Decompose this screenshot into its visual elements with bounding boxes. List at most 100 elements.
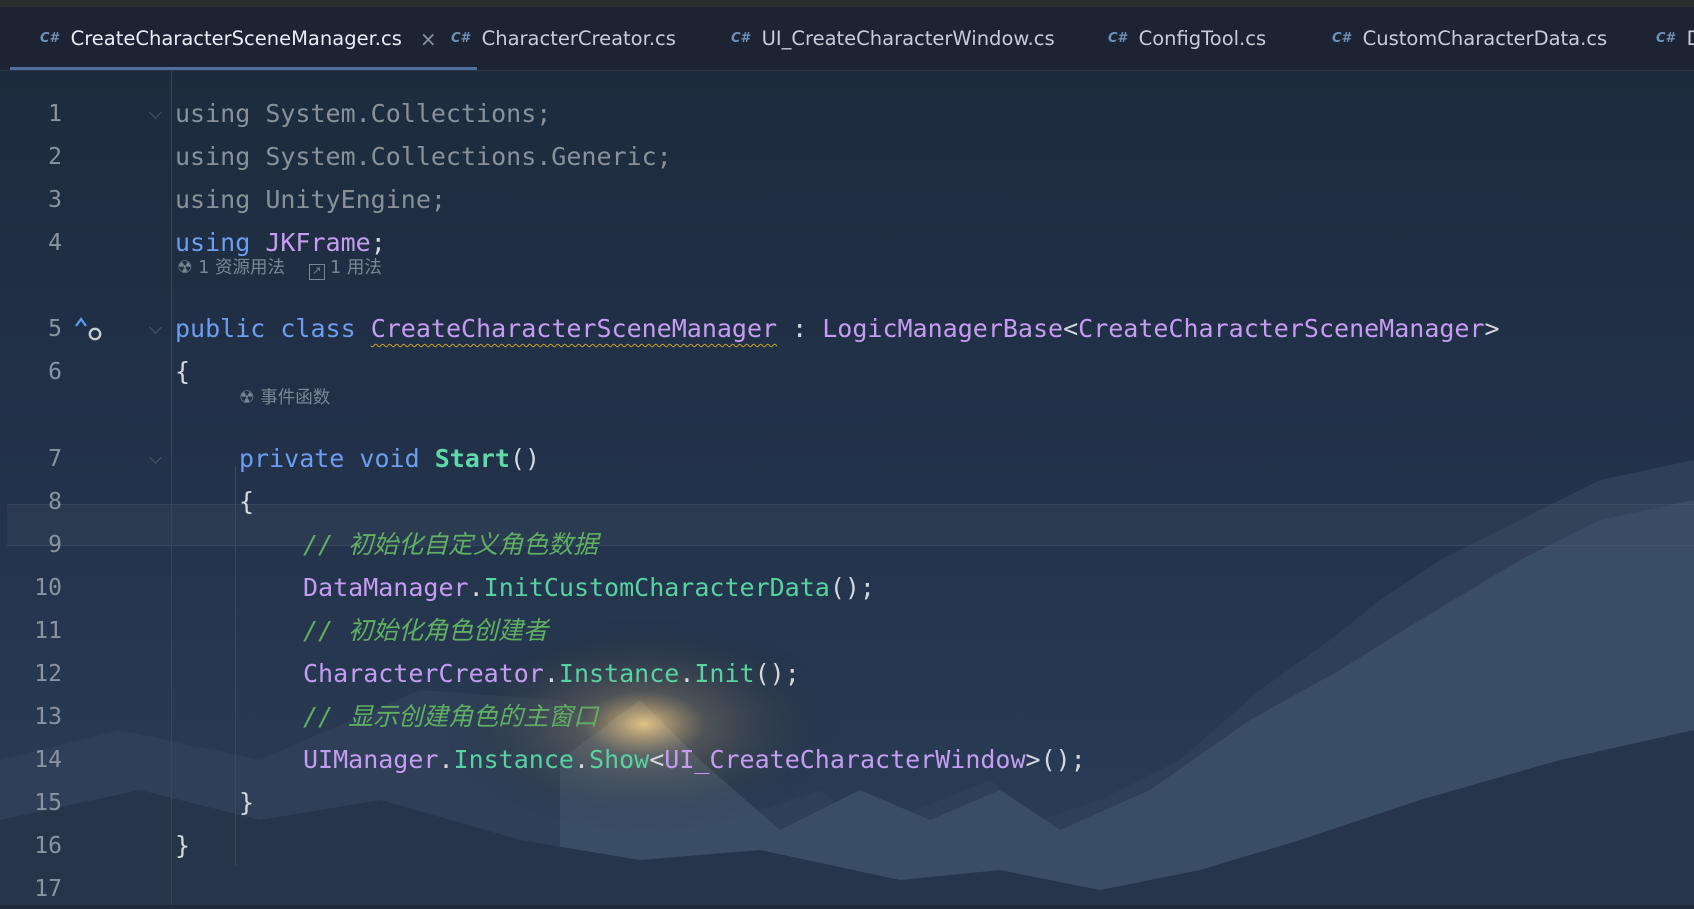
code-line-7[interactable]: 7 private void Start(): [0, 439, 1694, 479]
usages-text[interactable]: 1 用法: [330, 258, 382, 278]
generic-type-arg: UI_CreateCharacterWindow: [664, 745, 1026, 774]
usages-inlay-hint[interactable]: ☢ 1 资源用法 ↗ 1 用法: [177, 253, 382, 283]
comment: // 初始化自定义角色数据: [303, 530, 599, 559]
csharp-file-icon: C#: [1108, 31, 1127, 46]
line-number: 5: [48, 316, 62, 342]
code-line-10[interactable]: 10 DataManager.InitCustomCharacterData()…: [0, 568, 1694, 608]
brace: {: [175, 357, 191, 386]
code-line-11[interactable]: 11 // 初始化角色创建者: [0, 611, 1694, 651]
line-number: 16: [34, 833, 62, 859]
csharp-file-icon: C#: [451, 31, 470, 46]
line-number: 3: [48, 187, 62, 213]
tab-overflow-partial[interactable]: C# D: [1656, 7, 1694, 70]
line-number: 9: [48, 532, 62, 558]
event-function-text: 事件函数: [260, 388, 331, 408]
keyword-private: private: [239, 444, 345, 473]
code-line-17[interactable]: 17: [0, 869, 1694, 909]
comment: // 初始化角色创建者: [303, 616, 549, 645]
call-tail: ();: [829, 573, 875, 602]
generic-open: <: [1063, 314, 1079, 343]
code-line-9[interactable]: 9 // 初始化自定义角色数据: [0, 525, 1694, 565]
line-number: 10: [34, 575, 62, 601]
fold-arrow-icon[interactable]: [149, 451, 162, 464]
tab-label: CreateCharacterSceneManager.cs: [70, 27, 402, 50]
code-line-3[interactable]: 3 using UnityEngine;: [0, 180, 1694, 220]
generic-open: <: [649, 745, 665, 774]
code-line-14[interactable]: 14 UIManager.Instance.Show<UI_CreateChar…: [0, 740, 1694, 780]
close-tab-icon[interactable]: ×: [420, 27, 437, 51]
csharp-file-icon: C#: [731, 31, 750, 46]
implemented-members-icon[interactable]: [73, 314, 105, 342]
parens: (): [509, 444, 541, 473]
code-line-2[interactable]: 2 using System.Collections.Generic;: [0, 137, 1694, 177]
type-name: CharacterCreator: [303, 659, 544, 688]
dot: .: [573, 745, 590, 774]
comment: // 显示创建角色的主窗口: [303, 702, 599, 731]
call-tail: >();: [1025, 745, 1086, 774]
line-number: 7: [48, 446, 62, 472]
code-line-15[interactable]: 15 }: [0, 783, 1694, 823]
code-editor[interactable]: 1 using System.Collections; 2 using Syst…: [0, 71, 1694, 905]
tab-label: ConfigTool.cs: [1138, 27, 1267, 50]
unity-asset-icon: ☢: [177, 258, 193, 278]
brace: }: [239, 788, 255, 817]
brace: }: [175, 831, 191, 860]
line-number: 17: [34, 876, 62, 902]
csharp-file-icon: C#: [1656, 31, 1675, 46]
tab-label: CustomCharacterData.cs: [1362, 27, 1608, 50]
type-name: DataManager: [303, 573, 469, 602]
line-number: 4: [48, 230, 62, 256]
line-number: 8: [48, 489, 62, 515]
tab-config-tool[interactable]: C# ConfigTool.cs: [1108, 7, 1266, 70]
event-function-inlay-hint[interactable]: ☢ 事件函数: [239, 383, 330, 413]
dot: .: [679, 659, 695, 688]
type-name: UIManager: [303, 745, 439, 774]
line-number: 14: [34, 747, 62, 773]
colon: :: [777, 314, 823, 343]
dot: .: [543, 659, 559, 688]
unity-event-icon: ☢: [239, 388, 255, 408]
line-number: 13: [34, 704, 62, 730]
window-top-strip: [0, 0, 1694, 7]
namespace-text: System.Collections.Generic;: [250, 142, 672, 171]
namespace-text: System.Collections;: [250, 99, 552, 128]
keyword-public: public: [175, 314, 266, 343]
call-tail: ();: [754, 659, 800, 688]
brace: {: [239, 487, 255, 516]
keyword-class: class: [280, 314, 356, 343]
keyword-using: using: [175, 185, 251, 214]
tab-character-creator[interactable]: C# CharacterCreator.cs: [451, 7, 676, 70]
dot: .: [438, 745, 454, 774]
fold-arrow-icon[interactable]: [149, 106, 162, 119]
keyword-using: using: [175, 142, 251, 171]
line-number: 11: [34, 618, 62, 644]
code-line-5[interactable]: 5 public class CreateCharacterSceneManag…: [0, 309, 1694, 349]
tab-label: CharacterCreator.cs: [481, 27, 676, 50]
line-number: 1: [48, 101, 62, 127]
tab-create-character-scene-manager[interactable]: C# CreateCharacterSceneManager.cs ×: [10, 7, 477, 70]
keyword-using: using: [175, 99, 251, 128]
keyword-void: void: [359, 444, 420, 473]
tab-ui-create-character-window[interactable]: C# UI_CreateCharacterWindow.cs: [731, 7, 1055, 70]
class-name: CreateCharacterSceneManager: [370, 314, 778, 343]
code-line-16[interactable]: 16 }: [0, 826, 1694, 866]
code-line-13[interactable]: 13 // 显示创建角色的主窗口: [0, 697, 1694, 737]
csharp-file-icon: C#: [1332, 31, 1351, 46]
code-line-12[interactable]: 12 CharacterCreator.Instance.Init();: [0, 654, 1694, 694]
code-line-8[interactable]: 8 {: [0, 482, 1694, 522]
code-line-1[interactable]: 1 using System.Collections;: [0, 94, 1694, 134]
line-number: 6: [48, 359, 62, 385]
active-tab-indicator: [10, 67, 477, 70]
line-number: 12: [34, 661, 62, 687]
property-name: Instance: [558, 659, 680, 688]
fold-arrow-icon[interactable]: [149, 321, 162, 334]
asset-usages-text[interactable]: 1 资源用法: [198, 258, 285, 278]
tab-custom-character-data[interactable]: C# CustomCharacterData.cs: [1332, 7, 1607, 70]
tab-label: UI_CreateCharacterWindow.cs: [761, 27, 1055, 50]
editor-tab-bar: C# CreateCharacterSceneManager.cs × C# C…: [0, 7, 1694, 71]
generic-close: >: [1484, 314, 1500, 343]
property-name: Instance: [453, 745, 574, 774]
generic-type-arg: CreateCharacterSceneManager: [1078, 314, 1485, 343]
csharp-file-icon: C#: [40, 31, 59, 46]
dot: .: [468, 573, 484, 602]
